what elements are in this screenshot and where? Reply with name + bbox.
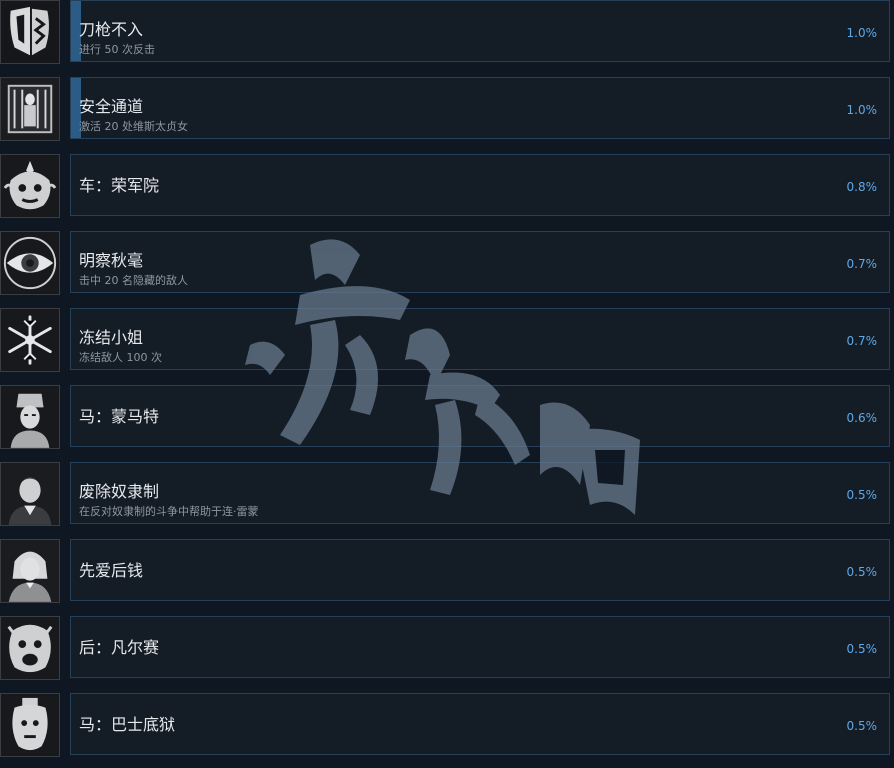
achievement-row[interactable]: 冻结小姐冻结敌人 100 次 0.7%: [0, 306, 894, 383]
achievement-list: 刀枪不入进行 50 次反击 1.0% 安全通道激活 20 处维斯太贞女 1.0% 车：荣…: [0, 0, 894, 768]
achievement-title: 马：蒙马特: [79, 407, 160, 426]
unlock-percentage: 0.6%: [846, 411, 878, 425]
ornate-mask-icon: [0, 154, 60, 218]
achievement-card: 明察秋毫击中 20 名隐藏的敌人 0.7%: [70, 231, 890, 293]
achievement-row[interactable]: 废除奴隶制在反对奴隶制的斗争中帮助于连·雷蒙 0.5%: [0, 460, 894, 537]
achievement-description: 进行 50 次反击: [79, 43, 155, 56]
achievement-title: 废除奴隶制: [79, 482, 160, 501]
achievement-title: 冻结小姐: [79, 328, 144, 347]
achievement-row[interactable]: 马：蒙马特 0.6%: [0, 383, 894, 460]
unlock-percentage: 0.8%: [846, 180, 878, 194]
achievement-row[interactable]: 明察秋毫击中 20 名隐藏的敌人 0.7%: [0, 229, 894, 306]
achievement-title: 明察秋毫: [79, 251, 144, 270]
achievement-description: 冻结敌人 100 次: [79, 351, 162, 364]
headdress-portrait-icon: [0, 385, 60, 449]
achievement-title: 刀枪不入: [79, 20, 144, 39]
achievement-row[interactable]: 后：凡尔赛 0.5%: [0, 614, 894, 691]
achievement-description: 在反对奴隶制的斗争中帮助于连·雷蒙: [79, 505, 259, 518]
unlock-percentage: 0.5%: [846, 565, 878, 579]
powdered-wig-portrait-icon: [0, 539, 60, 603]
unlock-percentage: 1.0%: [846, 26, 878, 40]
man-portrait-icon: [0, 462, 60, 526]
vestal-shrine-icon: [0, 77, 60, 141]
achievement-row[interactable]: 先爱后钱 0.5%: [0, 537, 894, 614]
achievement-card: 废除奴隶制在反对奴隶制的斗争中帮助于连·雷蒙 0.5%: [70, 462, 890, 524]
achievement-title: 安全通道: [79, 97, 144, 116]
unlock-percentage: 0.5%: [846, 488, 878, 502]
fortress-mask-icon: [0, 693, 60, 757]
achievement-card: 后：凡尔赛 0.5%: [70, 616, 890, 678]
unlock-percentage: 1.0%: [846, 103, 878, 117]
achievement-row[interactable]: 马：巴士底狱 0.5%: [0, 691, 894, 768]
achievement-title: 车：荣军院: [79, 176, 160, 195]
achievement-title: 后：凡尔赛: [79, 638, 160, 657]
achievement-card: 先爱后钱 0.5%: [70, 539, 890, 601]
achievement-card: 冻结小姐冻结敌人 100 次 0.7%: [70, 308, 890, 370]
achievement-description: 击中 20 名隐藏的敌人: [79, 274, 188, 287]
achievement-card: 马：巴士底狱 0.5%: [70, 693, 890, 755]
eye-icon: [0, 231, 60, 295]
achievement-row[interactable]: 刀枪不入进行 50 次反击 1.0%: [0, 0, 894, 75]
unlock-percentage: 0.5%: [846, 642, 878, 656]
unlock-percentage: 0.5%: [846, 719, 878, 733]
shield-sword-icon: [0, 0, 60, 64]
unlock-percentage: 0.7%: [846, 334, 878, 348]
achievement-card: 刀枪不入进行 50 次反击 1.0%: [70, 0, 890, 62]
achievement-card: 安全通道激活 20 处维斯太贞女 1.0%: [70, 77, 890, 139]
screaming-mask-icon: [0, 616, 60, 680]
achievement-row[interactable]: 安全通道激活 20 处维斯太贞女 1.0%: [0, 75, 894, 152]
achievement-card: 马：蒙马特 0.6%: [70, 385, 890, 447]
achievement-description: 激活 20 处维斯太贞女: [79, 120, 188, 133]
unlock-percentage: 0.7%: [846, 257, 878, 271]
achievement-title: 先爱后钱: [79, 561, 144, 580]
achievement-row[interactable]: 车：荣军院 0.8%: [0, 152, 894, 229]
achievement-title: 马：巴士底狱: [79, 715, 176, 734]
snowflake-icon: [0, 308, 60, 372]
achievement-card: 车：荣军院 0.8%: [70, 154, 890, 216]
